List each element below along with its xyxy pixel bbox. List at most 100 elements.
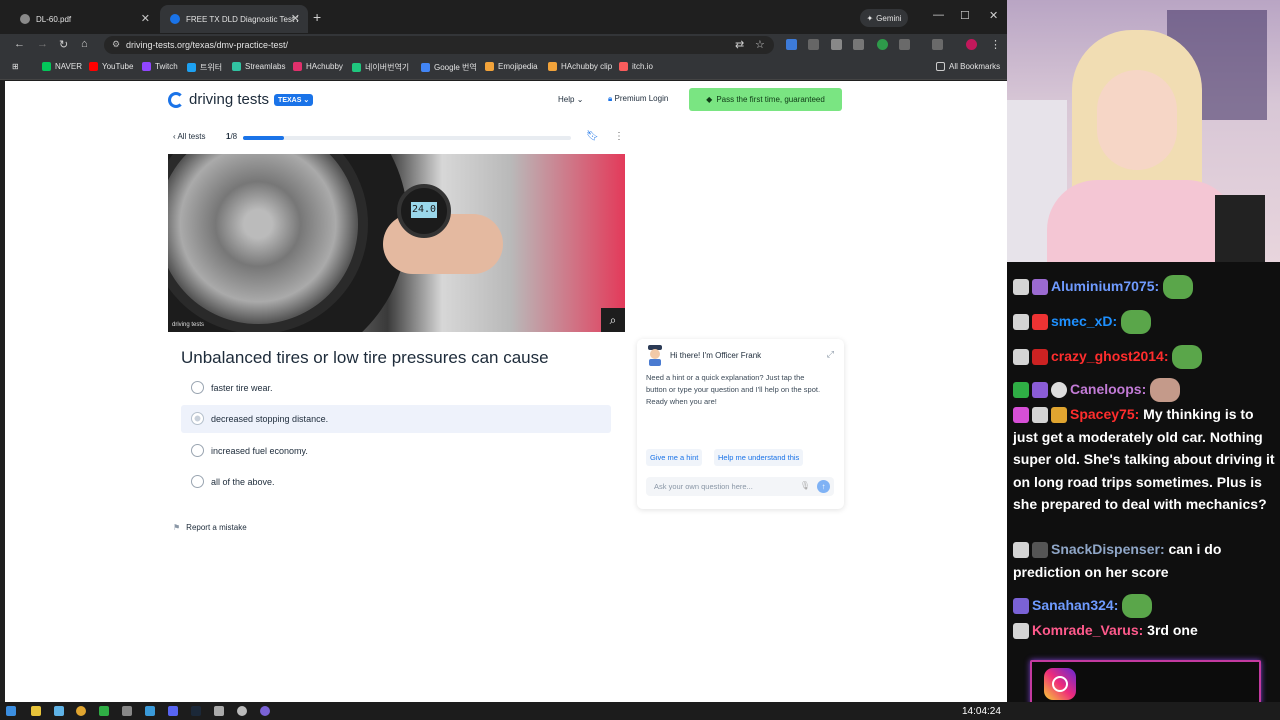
steam-icon[interactable] — [191, 706, 201, 716]
maximize-icon[interactable]: ☐ — [960, 9, 970, 22]
chat-username: SnackDispenser: — [1051, 541, 1165, 557]
premium-login-label: Premium Login — [614, 94, 669, 103]
site-info-icon[interactable]: ⚙ — [112, 39, 120, 50]
translate-icon[interactable]: ⇄ — [735, 38, 744, 51]
gemini-button[interactable]: ✦ Gemini — [860, 9, 908, 27]
question-card: Unbalanced tires or low tire pressures c… — [168, 336, 625, 512]
forward-icon[interactable]: → — [37, 38, 48, 50]
extension-icon[interactable] — [808, 39, 819, 50]
bookmark-twitch[interactable]: Twitch — [142, 62, 178, 71]
extension-icon[interactable] — [831, 39, 842, 50]
file-explorer-icon[interactable] — [31, 706, 41, 716]
discord-icon[interactable] — [168, 706, 178, 716]
tab-bar: DL-60.pdf ✕ FREE TX DLD Diagnostic Test … — [0, 0, 1007, 34]
app-icon[interactable] — [237, 706, 247, 716]
bookmark-itchio[interactable]: itch.io — [619, 62, 653, 71]
chrome-icon[interactable] — [76, 706, 86, 716]
expand-icon[interactable]: ⤢ — [827, 349, 834, 360]
site-logo[interactable]: driving tests TEXAS ⌄ — [168, 91, 314, 108]
sidepanel-icon[interactable] — [932, 39, 943, 50]
premium-login-link[interactable]: 🔒︎ Premium Login — [608, 94, 668, 104]
lock-icon: 🔒︎ — [608, 94, 613, 103]
answer-option[interactable]: increased fuel economy. — [181, 437, 611, 465]
state-selector[interactable]: TEXAS ⌄ — [274, 93, 314, 106]
pass-guarantee-button[interactable]: ◆ Pass the first time, guaranteed — [689, 88, 842, 111]
minimize-icon[interactable]: — — [933, 9, 944, 21]
pepe-emote — [1122, 594, 1153, 619]
radio-button[interactable] — [191, 412, 204, 425]
all-tests-label: All tests — [177, 132, 206, 141]
app-icon[interactable] — [122, 706, 132, 716]
app-icon[interactable] — [260, 706, 270, 716]
progress-bar — [243, 136, 571, 140]
report-label: Report a mistake — [186, 523, 247, 532]
apps-icon[interactable]: ⊞ — [12, 62, 19, 71]
extension-icon[interactable] — [853, 39, 864, 50]
streamlabs-icon — [232, 62, 241, 71]
browser-window: DL-60.pdf ✕ FREE TX DLD Diagnostic Test … — [0, 0, 1007, 702]
ask-question-input[interactable]: Ask your own question here... 🎙︎ ↑ — [646, 477, 834, 496]
bookmark-youtube[interactable]: YouTube — [89, 62, 133, 71]
radio-button[interactable] — [191, 444, 204, 457]
bookmark-google-translate[interactable]: Google 번역 — [421, 62, 477, 73]
hint-button[interactable]: Give me a hint — [646, 449, 703, 466]
instagram-overlay — [1030, 660, 1261, 705]
bookmarks-bar: ⊞ NAVER YouTube Twitch 트위터 Streamlabs HA… — [0, 56, 1007, 80]
close-icon[interactable]: ✕ — [291, 12, 300, 25]
pepe-emote — [1172, 345, 1203, 370]
bookmark-twitter[interactable]: 트위터 — [187, 62, 222, 73]
radio-button[interactable] — [191, 475, 204, 488]
explain-button[interactable]: Help me understand this — [714, 449, 804, 466]
microphone-icon[interactable]: 🎙︎ — [800, 481, 810, 490]
address-bar[interactable]: ⚙ driving-tests.org/texas/dmv-practice-t… — [104, 36, 774, 54]
web-page: driving tests TEXAS ⌄ Help ⌄ 🔒︎ Premium … — [5, 81, 1007, 702]
app-icon[interactable] — [99, 706, 109, 716]
extension-icon[interactable] — [877, 39, 888, 50]
zoom-icon[interactable]: ⌕ — [601, 308, 625, 332]
windows-start-icon[interactable] — [6, 706, 16, 716]
bookmark-papago[interactable]: 네이버번역기 — [352, 62, 409, 73]
bookmark-naver[interactable]: NAVER — [42, 62, 82, 71]
answer-option[interactable]: faster tire wear. — [181, 374, 611, 402]
badge-icon — [1013, 279, 1029, 296]
chat-message: crazy_ghost2014: — [1013, 345, 1275, 370]
answer-option[interactable]: all of the above. — [181, 468, 611, 496]
star-icon[interactable]: ☆ — [755, 38, 765, 51]
chat-username: crazy_ghost2014: — [1051, 348, 1169, 364]
menu-icon[interactable]: ⋮ — [990, 38, 1001, 51]
bookmark-hachubby-clip[interactable]: HAchubby clip — [548, 62, 612, 71]
progress-fill — [243, 136, 284, 140]
answer-option-hovered[interactable]: decreased stopping distance. — [181, 405, 611, 433]
reload-icon[interactable]: ↻ — [59, 38, 68, 51]
close-icon[interactable]: ✕ — [141, 12, 150, 25]
close-window-icon[interactable]: ✕ — [989, 9, 998, 22]
more-options-icon[interactable]: ⋮ — [614, 131, 624, 142]
report-mistake-button[interactable]: ⚑ Report a mistake — [173, 523, 247, 532]
app-icon[interactable] — [54, 706, 64, 716]
bookmark-icon[interactable]: 🔖︎ — [586, 131, 599, 142]
send-icon[interactable]: ↑ — [817, 480, 830, 493]
all-bookmarks[interactable]: All Bookmarks — [936, 62, 1000, 71]
puzzle-icon[interactable] — [899, 39, 910, 50]
chat-message: Sanahan324: — [1013, 594, 1275, 619]
bookmark-hachubby[interactable]: HAchubby — [293, 62, 343, 71]
all-tests-link[interactable]: ‹ All tests — [173, 132, 205, 141]
bookmark-streamlabs[interactable]: Streamlabs — [232, 62, 285, 71]
profile-avatar[interactable] — [966, 39, 977, 50]
app-icon[interactable] — [214, 706, 224, 716]
tab-driving-test[interactable]: FREE TX DLD Diagnostic Test 20 ✕ — [160, 5, 308, 33]
toolbar: ← → ↻ ⌂ ⚙ driving-tests.org/texas/dmv-pr… — [0, 34, 1007, 56]
home-icon[interactable]: ⌂ — [81, 38, 88, 50]
new-tab-button[interactable]: + — [313, 9, 321, 25]
radio-button[interactable] — [191, 381, 204, 394]
bookmark-emojipedia[interactable]: Emojipedia — [485, 62, 538, 71]
bookmark-label: Twitch — [155, 62, 178, 71]
streamer-face — [1097, 70, 1177, 170]
extension-icon[interactable] — [786, 39, 797, 50]
app-icon[interactable] — [145, 706, 155, 716]
tab-pdf[interactable]: DL-60.pdf ✕ — [10, 5, 158, 33]
bookmark-label: HAchubby — [306, 62, 343, 71]
help-menu[interactable]: Help ⌄ — [558, 95, 583, 104]
microphone — [1215, 195, 1265, 262]
back-icon[interactable]: ← — [14, 38, 25, 50]
